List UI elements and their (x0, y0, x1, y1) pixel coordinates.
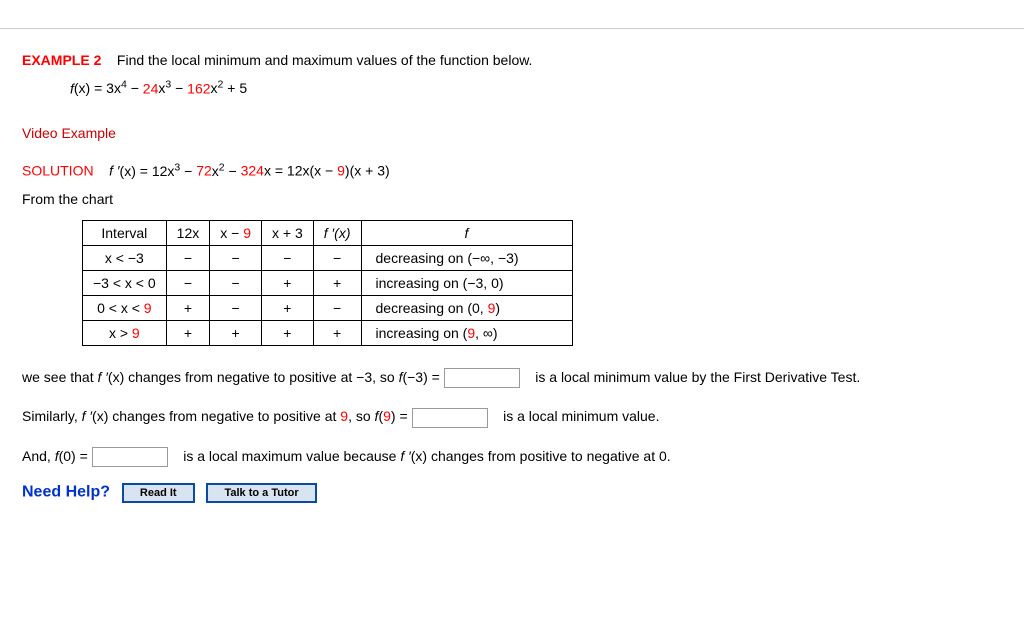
conclusion-para-3: And, f(0) = is a local maximum value bec… (22, 445, 1002, 469)
need-help-label: Need Help? (22, 484, 110, 501)
col-fprime: f ′(x) (313, 220, 361, 245)
col-xm9: x − 9 (210, 220, 262, 245)
from-chart-text: From the chart (22, 188, 1002, 212)
col-xp3: x + 3 (262, 220, 314, 245)
table-row: 0 < x < 9 + − + − decreasing on (0, 9) (83, 295, 573, 320)
deriv-fact-a: = 12x(x − (271, 163, 337, 179)
behavior-1: decreasing on (−∞, −3) (361, 245, 572, 270)
deriv-seg3: x (264, 163, 271, 179)
answer-input-f9[interactable] (412, 408, 488, 428)
fx-coef2: 24 (143, 80, 159, 96)
need-help-row: Need Help? Read It Talk to a Tutor (22, 483, 1002, 503)
example-label: EXAMPLE 2 (22, 52, 101, 68)
interval-3: 0 < x < 9 (83, 295, 167, 320)
example-prompt: Find the local minimum and maximum value… (117, 52, 533, 68)
example-heading: EXAMPLE 2 Find the local minimum and max… (22, 49, 1002, 73)
behavior-2: increasing on (−3, 0) (361, 270, 572, 295)
solution-label: SOLUTION (22, 163, 94, 179)
solution-line: SOLUTION f ′(x) = 12x3 − 72x2 − 324x = 1… (22, 159, 1002, 183)
conclusion-para-1: we see that f ′(x) changes from negative… (22, 366, 1002, 390)
question-container: EXAMPLE 2 Find the local minimum and max… (0, 28, 1024, 519)
interval-2: −3 < x < 0 (83, 270, 167, 295)
behavior-3: decreasing on (0, 9) (361, 295, 572, 320)
deriv-c2: 72 (196, 163, 212, 179)
talk-to-tutor-button[interactable]: Talk to a Tutor (206, 483, 316, 503)
fx-part3: x2 + 5 (211, 80, 248, 96)
interval-1: x < −3 (83, 245, 167, 270)
read-it-button[interactable]: Read It (122, 483, 195, 503)
fx-coef3: 162 (187, 80, 210, 96)
table-row: x < −3 − − − − decreasing on (−∞, −3) (83, 245, 573, 270)
conclusion-para-2: Similarly, f ′(x) changes from negative … (22, 405, 1002, 429)
table-row: x > 9 + + + + increasing on (9, ∞) (83, 320, 573, 345)
table-row: −3 < x < 0 − − + + increasing on (−3, 0) (83, 270, 573, 295)
fx-part1: (x) = 3x4 − (74, 80, 143, 96)
deriv-root1: 9 (337, 163, 345, 179)
deriv-lead: f ′ (109, 163, 119, 179)
table-header-row: Interval 12x x − 9 x + 3 f ′(x) f (83, 220, 573, 245)
interval-4: x > 9 (83, 320, 167, 345)
deriv-seg2: x2 − (212, 163, 241, 179)
deriv-c3: 324 (241, 163, 264, 179)
deriv-seg1: (x) = 12x3 − (120, 163, 197, 179)
fx-part2: x3 − (158, 80, 187, 96)
answer-input-f0[interactable] (92, 447, 168, 467)
video-example-link[interactable]: Video Example (22, 125, 116, 141)
behavior-4: increasing on (9, ∞) (361, 320, 572, 345)
sign-chart-table: Interval 12x x − 9 x + 3 f ′(x) f x < −3… (82, 220, 573, 346)
deriv-fact-b: )(x + 3) (345, 163, 390, 179)
col-interval: Interval (83, 220, 167, 245)
col-12x: 12x (166, 220, 210, 245)
function-definition: f(x) = 3x4 − 24x3 − 162x2 + 5 (22, 77, 1002, 101)
answer-input-fneg3[interactable] (444, 368, 520, 388)
col-behavior: f (361, 220, 572, 245)
